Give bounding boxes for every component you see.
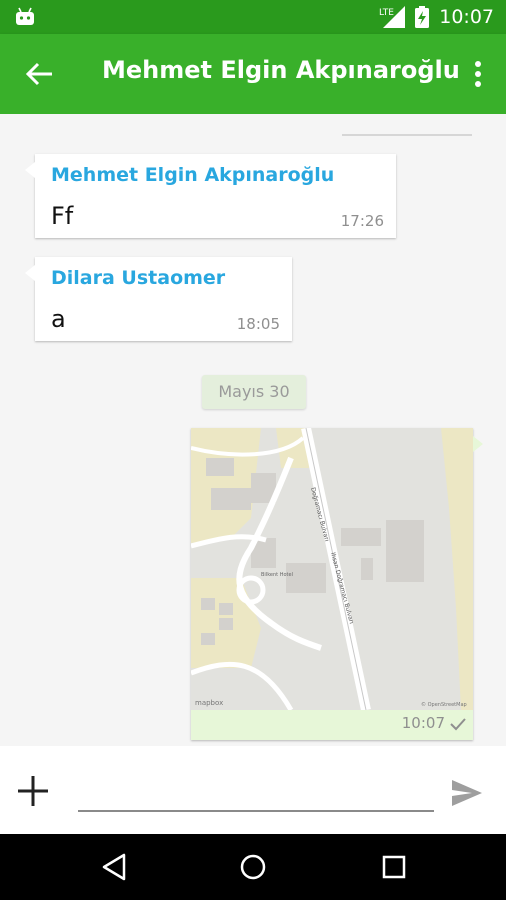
send-icon[interactable] bbox=[450, 778, 484, 808]
outgoing-location-message[interactable]: Doğramacı Bulvarı Ihsan Doğramacı Bulvar… bbox=[191, 428, 483, 740]
bubble-tail bbox=[25, 265, 35, 281]
sender-name: Dilara Ustaomer bbox=[51, 267, 226, 289]
map-attribution: © OpenStreetMap bbox=[421, 701, 467, 708]
status-bar: LTE 10:07 bbox=[0, 0, 506, 34]
battery-charging-icon bbox=[415, 6, 430, 28]
nav-recents-icon[interactable] bbox=[379, 852, 409, 882]
android-notification-icon bbox=[16, 7, 34, 25]
status-time: 10:07 bbox=[439, 6, 494, 28]
message-time: 17:26 bbox=[340, 212, 384, 230]
sender-name: Mehmet Elgin Akpınaroğlu bbox=[51, 164, 335, 186]
map-preview[interactable]: Doğramacı Bulvarı Ihsan Doğramacı Bulvar… bbox=[191, 428, 473, 710]
message-time: 10:07 bbox=[401, 714, 445, 732]
network-type-label: LTE bbox=[379, 8, 394, 18]
app-bar: Mehmet Elgin Akpınaroğlu bbox=[0, 34, 506, 114]
message-time: 18:05 bbox=[236, 315, 280, 333]
map-logo: mapbox bbox=[195, 699, 223, 707]
nav-back-icon[interactable] bbox=[100, 852, 130, 882]
message-text: a bbox=[51, 305, 66, 333]
back-arrow-icon[interactable] bbox=[22, 56, 58, 92]
overflow-menu-icon[interactable] bbox=[468, 58, 488, 90]
nav-home-icon[interactable] bbox=[238, 852, 268, 882]
add-attachment-icon[interactable] bbox=[16, 774, 50, 808]
divider-line bbox=[342, 134, 472, 136]
message-input[interactable] bbox=[78, 772, 434, 812]
chat-area[interactable]: Mehmet Elgin Akpınaroğlu Ff 17:26 Dilara… bbox=[0, 114, 506, 746]
bubble-tail bbox=[25, 162, 35, 178]
chat-title: Mehmet Elgin Akpınaroğlu bbox=[102, 56, 460, 84]
delivered-check-icon bbox=[450, 718, 466, 731]
message-text: Ff bbox=[51, 202, 74, 230]
incoming-message[interactable]: Dilara Ustaomer a 18:05 bbox=[25, 257, 292, 341]
system-nav-bar bbox=[0, 834, 506, 900]
message-input-bar bbox=[0, 746, 506, 834]
bubble-tail bbox=[473, 436, 483, 452]
map-building-label: Bilkent Hotel bbox=[261, 572, 293, 578]
signal-icon: LTE bbox=[379, 6, 406, 28]
date-divider: Mayıs 30 bbox=[202, 375, 306, 409]
incoming-message[interactable]: Mehmet Elgin Akpınaroğlu Ff 17:26 bbox=[25, 154, 396, 238]
